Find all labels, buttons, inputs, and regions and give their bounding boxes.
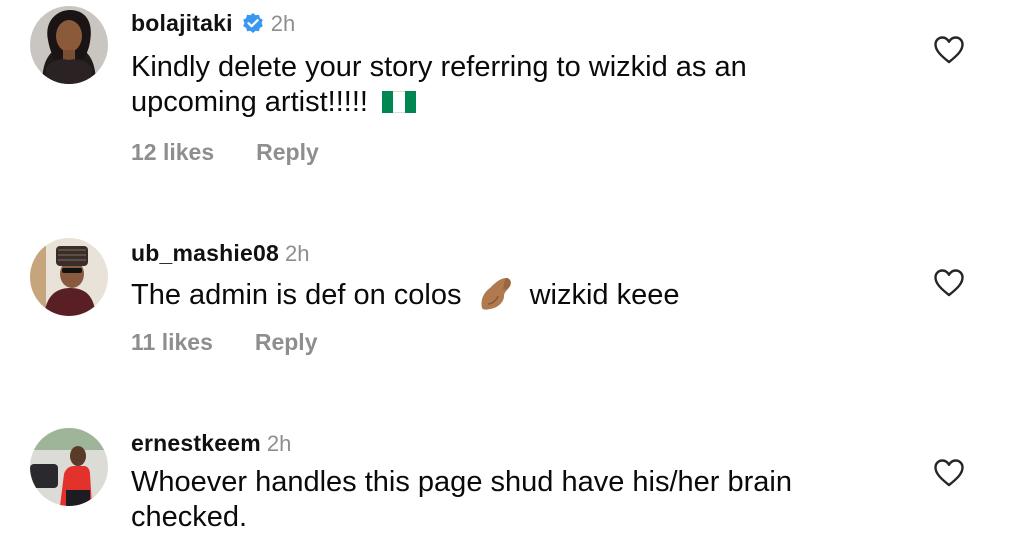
avatar[interactable] xyxy=(30,6,108,84)
heart-outline-icon[interactable] xyxy=(933,35,965,65)
username[interactable]: bolajitaki xyxy=(131,10,233,37)
comment-body: Whoever handles this page shud have his/… xyxy=(131,466,792,533)
heart-outline-icon[interactable] xyxy=(933,268,965,298)
verified-badge-icon xyxy=(242,12,263,33)
nigeria-flag-icon xyxy=(382,91,416,113)
comment-body-start: The admin is def on colos xyxy=(131,279,462,311)
comment-body-end: wizkid keee xyxy=(529,279,680,311)
likes-count[interactable]: 12 likes xyxy=(131,139,214,166)
comment-actions: 11 likes Reply xyxy=(131,329,318,356)
comment-meta: bolajitaki 2h xyxy=(131,10,295,37)
comment-meta: ub_mashie08 2h xyxy=(131,240,309,267)
timestamp: 2h xyxy=(284,240,310,266)
comment-text: The admin is def on colos wizkid keee xyxy=(131,274,851,313)
reply-button[interactable]: Reply xyxy=(255,329,318,356)
comment-actions: 12 likes Reply xyxy=(131,139,319,166)
comment-meta: ernestkeem 2h xyxy=(131,430,291,457)
timestamp: 2h xyxy=(266,430,292,456)
pinched-fingers-icon xyxy=(481,278,511,310)
username[interactable]: ub_mashie08 xyxy=(131,240,279,267)
likes-count[interactable]: 11 likes xyxy=(131,329,213,356)
comment-text: Kindly delete your story referring to wi… xyxy=(131,50,851,120)
avatar[interactable] xyxy=(30,238,108,316)
comment-body: Kindly delete your story referring to wi… xyxy=(131,51,747,118)
comment-text: Whoever handles this page shud have his/… xyxy=(131,465,851,535)
username[interactable]: ernestkeem xyxy=(131,430,261,457)
avatar[interactable] xyxy=(30,428,108,506)
timestamp: 2h xyxy=(270,10,296,36)
heart-outline-icon[interactable] xyxy=(933,458,965,488)
reply-button[interactable]: Reply xyxy=(256,139,319,166)
